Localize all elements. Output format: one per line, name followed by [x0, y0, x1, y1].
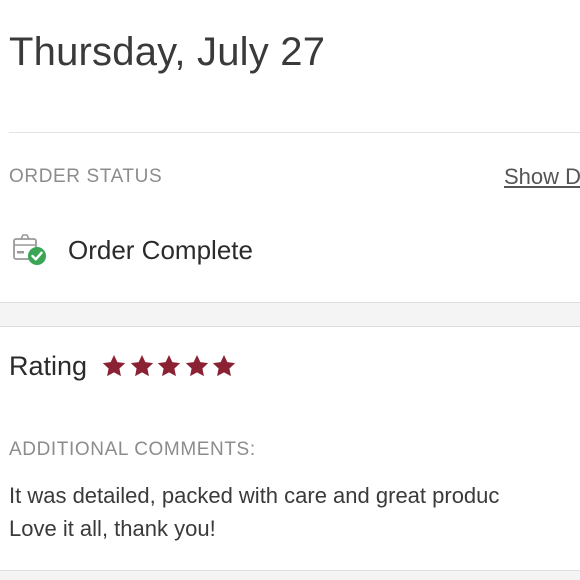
- star-icon: [185, 354, 208, 377]
- rating-row: Rating: [9, 346, 239, 386]
- star-rating: [101, 353, 239, 379]
- order-status-text: Order Complete: [68, 234, 253, 265]
- star-icon: [212, 354, 236, 377]
- section-separator: [0, 570, 580, 580]
- order-status-label: ORDER STATUS: [9, 166, 163, 187]
- package-check-icon: [12, 233, 48, 267]
- rating-label: Rating: [9, 350, 88, 381]
- additional-comments-label: ADDITIONAL COMMENTS:: [9, 439, 256, 460]
- star-icon: [157, 354, 181, 377]
- order-details-page: Thursday, July 27 ORDER STATUS Show D Or…: [0, 0, 580, 580]
- star-icon: [130, 354, 153, 377]
- divider: [9, 132, 580, 133]
- comment-text: It was detailed, packed with care and gr…: [9, 483, 500, 541]
- show-details-link[interactable]: Show D: [504, 164, 580, 190]
- order-status-row: Order Complete: [12, 230, 253, 270]
- order-date-title: Thursday, July 27: [9, 30, 326, 74]
- section-separator: [0, 302, 580, 327]
- star-icon: [102, 354, 126, 377]
